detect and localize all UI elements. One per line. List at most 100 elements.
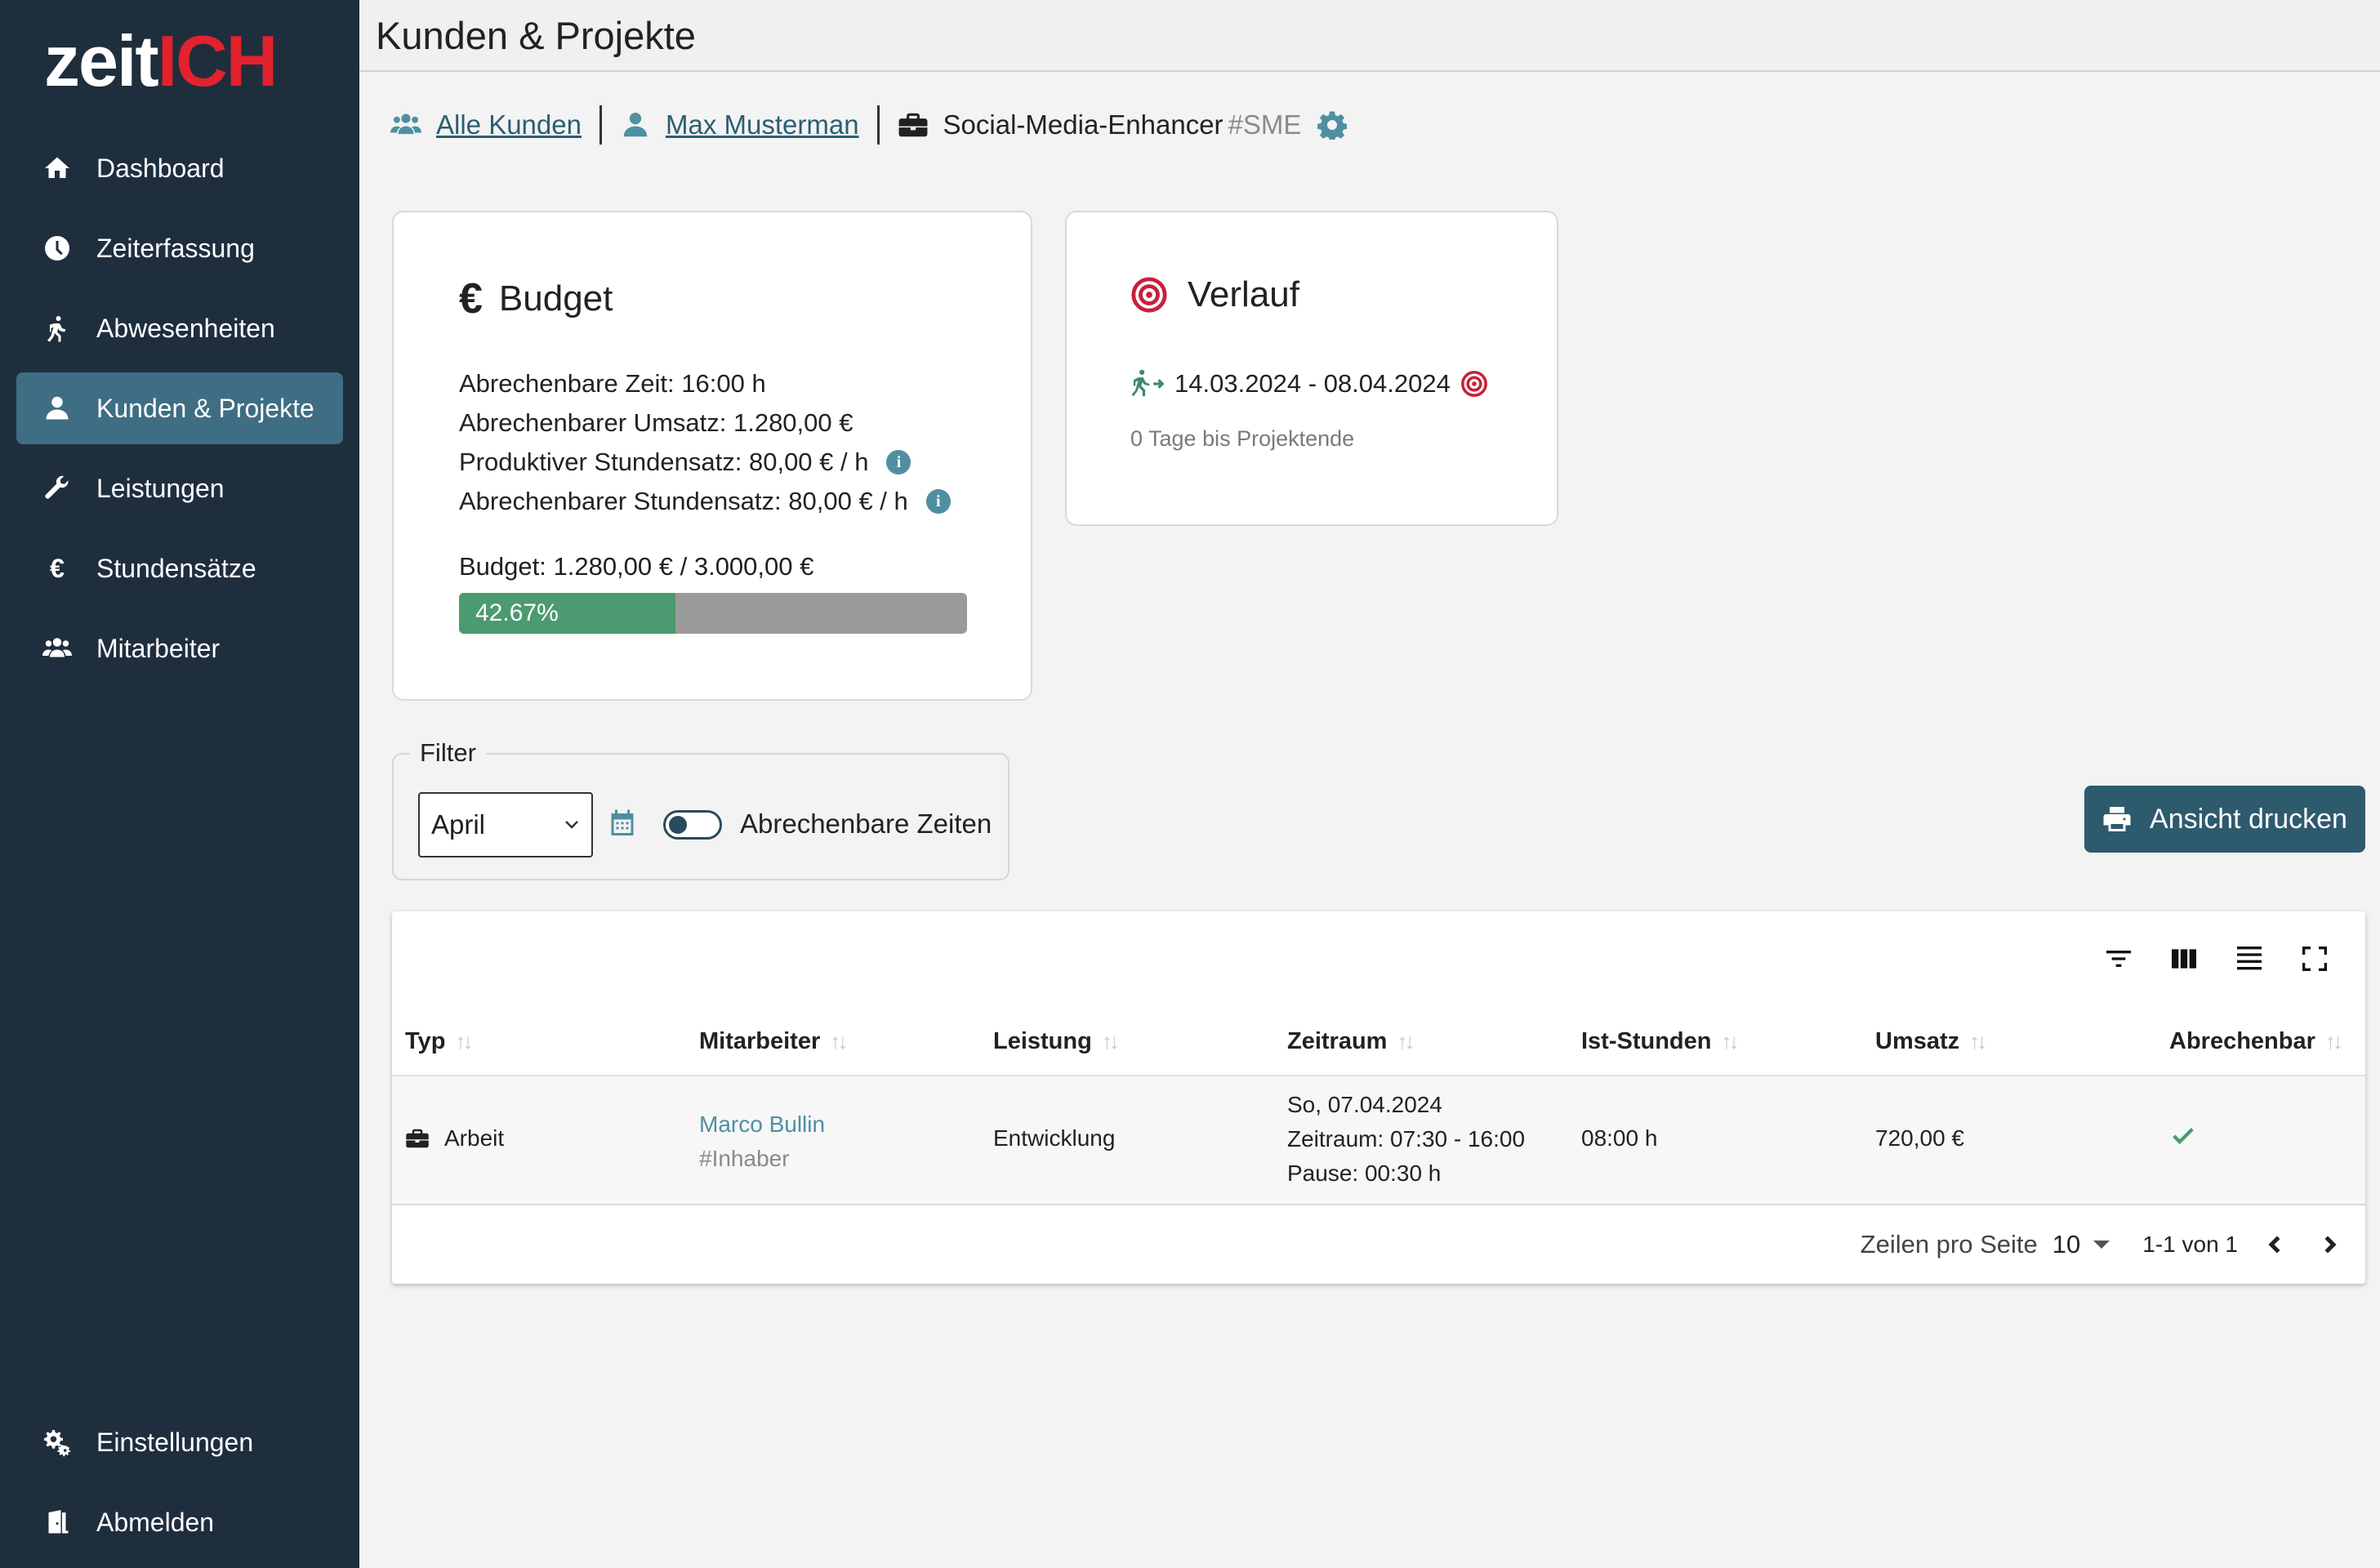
column-header-label: Leistung — [993, 1027, 1092, 1054]
calendar-icon[interactable] — [608, 808, 637, 838]
previous-page-button[interactable] — [2259, 1228, 2292, 1261]
walking-icon — [41, 312, 74, 345]
chevron-down-icon — [565, 821, 578, 829]
column-header-abrechenbar[interactable]: Abrechenbar ↑↓ — [2169, 1006, 2343, 1076]
cell-abrechenbar — [2169, 1122, 2197, 1156]
sidebar-item-abwesenheiten[interactable]: Abwesenheiten — [16, 292, 343, 364]
billable-time: Abrechenbare Zeit: 16:00 h — [459, 364, 951, 403]
billable-toggle[interactable] — [663, 810, 722, 840]
employee-role: #Inhaber — [699, 1146, 790, 1171]
chevron-right-icon — [2324, 1236, 2337, 1254]
sort-icon[interactable]: ↑↓ — [830, 1029, 848, 1054]
entry-pause: Pause: 00:30 h — [1287, 1160, 1442, 1186]
breadcrumb-all-customers[interactable]: Alle Kunden — [390, 109, 582, 140]
month-select-value: April — [431, 809, 486, 840]
density-button[interactable] — [2231, 941, 2267, 977]
column-header-mitarbeiter[interactable]: Mitarbeiter ↑↓ — [699, 1006, 848, 1076]
billable-toggle-label: Abrechenbare Zeiten — [740, 808, 992, 839]
sidebar-item-abmelden[interactable]: Abmelden — [16, 1486, 343, 1558]
target-icon — [1460, 371, 1487, 397]
breadcrumb-link-customer[interactable]: Max Musterman — [666, 109, 859, 140]
cell-typ: Arbeit — [405, 1125, 504, 1152]
table-toolbar — [2071, 941, 2333, 977]
rows-per-page-select[interactable]: 10 — [2052, 1230, 2110, 1259]
column-header-ist-stunden[interactable]: Ist-Stunden ↑↓ — [1581, 1006, 1740, 1076]
billable-rate: Abrechenbarer Stundensatz: 80,00 € / h i — [459, 482, 951, 521]
verlauf-title-text: Verlauf — [1188, 274, 1299, 314]
print-view-label: Ansicht drucken — [2150, 803, 2347, 835]
briefcase-icon — [898, 113, 927, 137]
sidebar-item-label: Abmelden — [96, 1507, 215, 1537]
filter-list-button[interactable] — [2101, 941, 2137, 977]
home-icon — [41, 152, 74, 185]
column-header-label: Mitarbeiter — [699, 1027, 821, 1054]
budget-stats: Abrechenbare Zeit: 16:00 h Abrechenbarer… — [459, 364, 951, 521]
info-icon[interactable]: i — [925, 489, 951, 514]
sidebar-item-kunden-projekte[interactable]: Kunden & Projekte — [16, 372, 343, 444]
column-header-label: Abrechenbar — [2169, 1027, 2315, 1054]
target-icon — [1131, 277, 1167, 313]
user-icon — [623, 112, 648, 137]
view-columns-icon — [2172, 949, 2196, 969]
info-icon[interactable]: i — [886, 450, 911, 474]
column-header-zeitraum[interactable]: Zeitraum ↑↓ — [1287, 1006, 1415, 1076]
running-exit-icon — [1131, 369, 1165, 397]
next-page-button[interactable] — [2313, 1228, 2346, 1261]
sidebar-item-dashboard[interactable]: Dashboard — [16, 132, 343, 204]
column-header-label: Ist-Stunden — [1581, 1027, 1712, 1054]
cell-umsatz: 720,00 € — [1875, 1125, 1964, 1151]
chevron-left-icon — [2268, 1236, 2280, 1254]
fullscreen-button[interactable] — [2297, 941, 2333, 977]
users-icon — [41, 632, 74, 665]
table-pagination: Zeilen pro Seite 10 1-1 von 1 — [392, 1205, 2365, 1284]
sidebar-item-stundensaetze[interactable]: € Stundensätze — [16, 532, 343, 604]
wrench-icon — [41, 472, 74, 505]
productive-rate-text: Produktiver Stundensatz: 80,00 € / h — [459, 448, 869, 476]
columns-button[interactable] — [2166, 941, 2202, 977]
sidebar-item-einstellungen[interactable]: Einstellungen — [16, 1406, 343, 1478]
column-header-umsatz[interactable]: Umsatz ↑↓ — [1875, 1006, 1987, 1076]
budget-progress-fill: 42.67% — [459, 593, 676, 634]
app-logo[interactable]: zeit ICH — [44, 20, 278, 101]
euro-icon: € — [50, 553, 65, 583]
billable-revenue: Abrechenbarer Umsatz: 1.280,00 € — [459, 403, 951, 443]
sidebar-item-label: Einstellungen — [96, 1427, 254, 1457]
days-until-end: 0 Tage bis Projektende — [1130, 426, 1355, 451]
time-entries-table: Typ ↑↓ Mitarbeiter ↑↓ Leistung ↑↓ Zeitraum ↑… — [392, 911, 2365, 1284]
verlauf-card: Verlauf 14.03.2024 - 08.04.2024 0 Tage b… — [1065, 211, 1558, 526]
table-row[interactable]: Arbeit Marco Bullin #Inhaber Entwicklung… — [392, 1076, 2365, 1205]
rows-per-page-value: 10 — [2052, 1230, 2081, 1258]
logo-text-ich: ICH — [157, 20, 279, 101]
column-header-typ[interactable]: Typ ↑↓ — [405, 1006, 473, 1076]
sort-icon[interactable]: ↑↓ — [1722, 1029, 1740, 1054]
sidebar-item-zeiterfassung[interactable]: Zeiterfassung — [16, 212, 343, 284]
sidebar-item-leistungen[interactable]: Leistungen — [16, 452, 343, 524]
employee-link[interactable]: Marco Bullin — [699, 1107, 825, 1142]
sort-icon[interactable]: ↑↓ — [1397, 1029, 1415, 1054]
euro-icon: € — [459, 275, 483, 323]
month-select[interactable]: April — [418, 792, 593, 858]
billable-time-text: Abrechenbare Zeit: 16:00 h — [459, 369, 766, 398]
breadcrumb-customer[interactable]: Max Musterman — [620, 109, 859, 140]
sort-icon[interactable]: ↑↓ — [1969, 1029, 1987, 1054]
sort-icon[interactable]: ↑↓ — [455, 1029, 473, 1054]
project-code: #SME — [1228, 109, 1302, 140]
pagination-range: 1-1 von 1 — [2142, 1232, 2238, 1257]
sidebar-item-label: Stundensätze — [96, 553, 256, 583]
sort-icon[interactable]: ↑↓ — [1102, 1029, 1120, 1054]
project-date-range: 14.03.2024 - 08.04.2024 — [1174, 369, 1451, 398]
sidebar-item-mitarbeiter[interactable]: Mitarbeiter — [16, 612, 343, 684]
print-view-button[interactable]: Ansicht drucken — [2084, 786, 2365, 853]
breadcrumb-link-all-customers[interactable]: Alle Kunden — [436, 109, 582, 140]
column-header-leistung[interactable]: Leistung ↑↓ — [993, 1006, 1120, 1076]
billable-rate-text: Abrechenbarer Stundensatz: 80,00 € / h — [459, 487, 908, 515]
column-header-label: Typ — [405, 1027, 446, 1054]
productive-rate: Produktiver Stundensatz: 80,00 € / h i — [459, 443, 951, 482]
density-icon — [2237, 947, 2262, 970]
breadcrumb: Alle Kunden Max Musterman Social-Media-E… — [390, 105, 1348, 145]
sort-icon[interactable]: ↑↓ — [2325, 1029, 2343, 1054]
breadcrumb-divider — [876, 105, 880, 145]
gear-icon[interactable] — [1317, 110, 1348, 140]
budget-progress-bar: 42.67% — [459, 593, 967, 634]
cell-typ-text: Arbeit — [444, 1125, 505, 1151]
